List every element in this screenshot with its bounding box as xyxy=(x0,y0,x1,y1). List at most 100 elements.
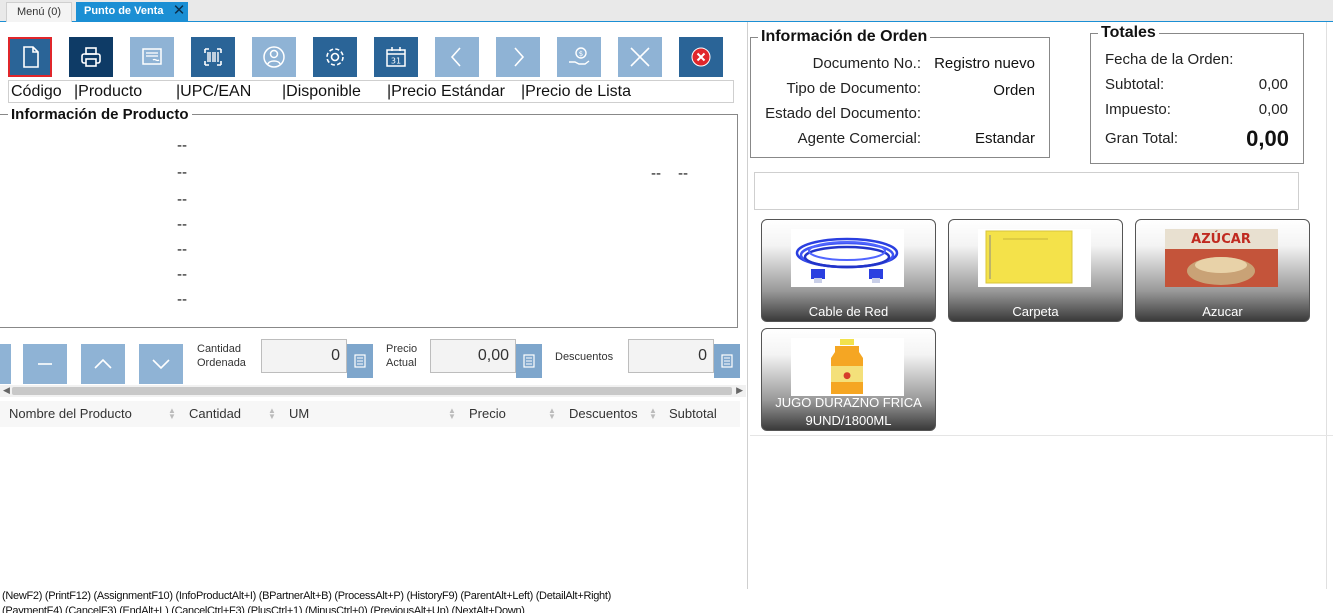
product-value: -- xyxy=(177,217,188,233)
gear-icon xyxy=(326,48,344,66)
svg-text:●: ● xyxy=(843,371,851,381)
document-icon xyxy=(142,48,162,65)
chevron-right-icon xyxy=(514,47,525,67)
calculator-icon xyxy=(721,354,733,368)
subtotal-value: 0,00 xyxy=(1258,76,1288,93)
chevron-left-icon xyxy=(450,47,461,67)
grid-col-descuentos[interactable]: Descuentos xyxy=(569,401,638,427)
col-disponible: |Disponible xyxy=(282,83,361,100)
product-info-title: Información de Producto xyxy=(8,106,192,124)
user-icon xyxy=(263,46,285,68)
juice-bottle-image: ● xyxy=(791,338,904,396)
barcode-button[interactable] xyxy=(191,37,235,77)
tab-bar: Menú (0) Punto de Venta ✕ xyxy=(0,0,1333,22)
product-name-line1: JUGO DURAZNO FRICA xyxy=(775,395,922,410)
product-name: JUGO DURAZNO FRICA 9UND/1800ML xyxy=(762,394,935,430)
quantity-field[interactable]: 0 xyxy=(261,339,347,373)
grid-col-nombre[interactable]: Nombre del Producto xyxy=(9,401,132,427)
sort-icon[interactable]: ▲ ▼ xyxy=(268,407,276,421)
discount-calculator-button[interactable] xyxy=(714,344,740,378)
price-field[interactable]: 0,00 xyxy=(430,339,516,373)
chevron-down-icon xyxy=(152,359,170,370)
calculator-icon xyxy=(354,354,366,368)
product-value: -- xyxy=(177,267,188,283)
grid-col-um[interactable]: UM xyxy=(289,401,309,427)
cancel-button[interactable] xyxy=(618,37,662,77)
calendar-day: 31 xyxy=(391,57,401,66)
tax-value: 0,00 xyxy=(1258,101,1288,118)
cantidad-label-line1: Cantidad xyxy=(197,343,242,355)
price-calculator-button[interactable] xyxy=(516,344,542,378)
pane-divider xyxy=(747,22,748,589)
sort-icon[interactable]: ▲ ▼ xyxy=(448,407,456,421)
down-button[interactable] xyxy=(139,344,183,384)
product-button-carpeta[interactable]: Carpeta xyxy=(948,219,1123,322)
document-button[interactable] xyxy=(130,37,174,77)
product-value: -- xyxy=(177,292,188,308)
hotkey-legend: (NewF2) (PrintF12) (AssignmentF10) (Info… xyxy=(2,589,1333,613)
hotkey-line-2: (PaymentF4) (CancelF3) (EndAlt+L) (Cance… xyxy=(2,605,525,613)
minus-icon xyxy=(38,363,52,365)
subtotal-label: Subtotal: xyxy=(1105,76,1165,93)
tax-label: Impuesto: xyxy=(1105,101,1171,118)
previous-button[interactable] xyxy=(435,37,479,77)
col-producto: |Producto xyxy=(74,83,143,100)
close-icon[interactable]: ✕ xyxy=(172,3,186,19)
sort-icon[interactable]: ▲ ▼ xyxy=(548,407,556,421)
product-value: -- xyxy=(177,165,188,181)
grid-col-subtotal[interactable]: Subtotal xyxy=(669,401,717,427)
cantidad-label-line2: Ordenada xyxy=(197,357,246,369)
scroll-left-icon[interactable]: ◀ xyxy=(3,385,10,397)
tab-punto-de-venta[interactable]: Punto de Venta ✕ xyxy=(76,2,188,22)
cantidad-label: Cantidad Ordenada xyxy=(197,342,246,370)
tab-label: Punto de Venta xyxy=(84,5,164,17)
grid-col-cantidad[interactable]: Cantidad xyxy=(189,401,241,427)
printer-icon xyxy=(81,47,101,67)
sugar-bag-image: AZÚCAR xyxy=(1165,229,1278,287)
sort-icon[interactable]: ▲ ▼ xyxy=(649,407,657,421)
print-button[interactable] xyxy=(69,37,113,77)
calculator-icon xyxy=(523,354,535,368)
agent-value: Estandar xyxy=(974,130,1035,147)
quantity-calculator-button[interactable] xyxy=(347,344,373,378)
scroll-right-icon[interactable]: ▶ xyxy=(736,385,743,397)
product-button-jugo-durazno[interactable]: ● JUGO DURAZNO FRICA 9UND/1800ML xyxy=(761,328,936,431)
exit-icon xyxy=(691,47,711,67)
barcode-icon xyxy=(204,48,222,66)
doc-type-value: Orden xyxy=(993,82,1035,99)
doc-no-value: Registro nuevo xyxy=(934,55,1035,72)
doc-no-label: Documento No.: xyxy=(812,55,921,72)
process-button[interactable] xyxy=(313,37,357,77)
product-value: -- xyxy=(678,166,689,182)
business-partner-button[interactable] xyxy=(252,37,296,77)
grid-col-precio[interactable]: Precio xyxy=(469,401,506,427)
precio-label-line1: Precio xyxy=(386,343,418,355)
history-button[interactable]: 31 xyxy=(374,37,418,77)
chevron-up-icon xyxy=(94,358,112,369)
network-cable-image xyxy=(791,229,904,287)
tab-menu[interactable]: Menú (0) xyxy=(6,2,72,22)
sort-icon[interactable]: ▲ ▼ xyxy=(168,407,176,421)
exit-button[interactable] xyxy=(679,37,723,77)
doc-status-label: Estado del Documento: xyxy=(765,105,921,122)
product-button-azucar[interactable]: AZÚCAR Azucar xyxy=(1135,219,1310,322)
payment-button[interactable]: $ xyxy=(557,37,601,77)
new-button[interactable] xyxy=(8,37,52,77)
col-upc: |UPC/EAN xyxy=(176,83,252,100)
product-search-input[interactable] xyxy=(754,172,1299,210)
horizontal-scrollbar[interactable]: ◀ ▶ xyxy=(0,385,746,397)
discount-field[interactable]: 0 xyxy=(628,339,714,373)
minus-button[interactable] xyxy=(23,344,67,384)
partial-button[interactable] xyxy=(0,344,11,384)
close-icon xyxy=(630,47,650,67)
agent-label: Agente Comercial: xyxy=(797,130,921,147)
up-button[interactable] xyxy=(81,344,125,384)
product-button-cable-de-red[interactable]: Cable de Red xyxy=(761,219,936,322)
scrollbar-thumb[interactable] xyxy=(12,387,732,395)
new-document-icon xyxy=(23,46,39,68)
doc-type-label: Tipo de Documento: xyxy=(786,80,921,97)
col-codigo: Código xyxy=(11,83,62,100)
svg-text:$: $ xyxy=(579,50,583,58)
col-precio-estandar: |Precio Estándar xyxy=(387,83,505,100)
next-button[interactable] xyxy=(496,37,540,77)
